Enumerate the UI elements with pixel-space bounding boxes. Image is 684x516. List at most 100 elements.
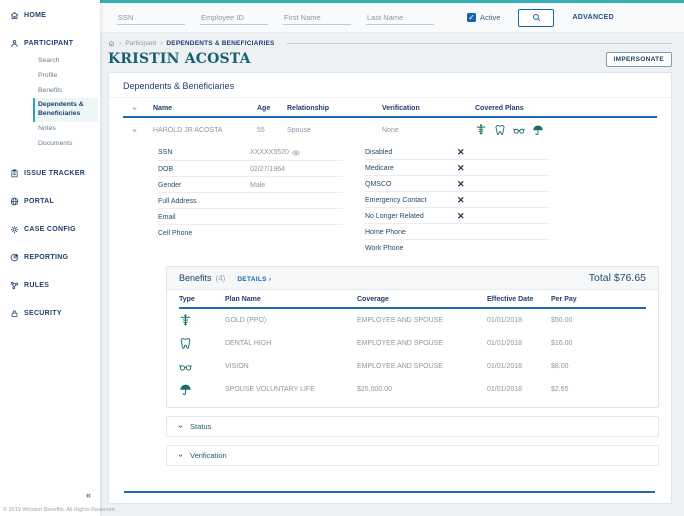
sidebar-item-security[interactable]: SECURITY [0,304,100,323]
no-longer-related-value: ✕ [457,210,465,221]
active-checkbox-label: Active [480,13,501,22]
coverage: EMPLOYEE AND SPOUSE [357,340,443,347]
sidebar-subitem-benefits[interactable]: Benefits [38,84,100,99]
dependent-name: HAROLD JR ACOSTA [153,126,223,134]
sidebar-item-label: REPORTING [24,253,69,261]
sidebar-item-case-config[interactable]: CASE CONFIG [0,220,100,239]
coverage: $25,000.00 [357,386,393,393]
dental-plan-icon [495,125,505,135]
plan-name: DENTAL HIGH [225,340,272,347]
detail-field-no-longer-related: No Longer Related ✕ [365,208,550,224]
verification-section-label: Verification [190,451,227,460]
sidebar-item-issue-tracker[interactable]: ISSUE TRACKER [0,164,100,183]
main-area: Active ADVANCED › Participant › DEPENDEN… [100,0,684,516]
chevron-down-icon[interactable] [131,105,138,112]
effective-date: 01/01/2018 [487,386,523,393]
col-header-effective-date: Effective Date [487,296,534,303]
sidebar-collapse-icon[interactable] [86,490,91,500]
col-header-coverage: Coverage [357,296,389,303]
page-title: KRISTIN ACOSTA [108,51,251,67]
benefit-row-medical: GOLD (PPO) EMPLOYEE AND SPOUSE 01/01/201… [179,309,646,332]
sidebar-item-label: HOME [24,12,47,19]
per-pay: $2.65 [551,386,569,393]
covered-plans-icons [475,124,657,136]
sidebar-item-label: ISSUE TRACKER [24,169,86,177]
breadcrumb-current: DEPENDENTS & BENEFICIARIES [166,40,275,47]
search-button[interactable] [518,8,555,27]
sidebar-item-label: PORTAL [24,197,55,205]
breadcrumb-participant[interactable]: Participant [125,40,156,47]
sidebar-item-participant[interactable]: PARTICIPANT [0,34,100,53]
effective-date: 01/01/2018 [487,363,523,370]
sidebar-subitem-notes[interactable]: Notes [38,122,100,137]
nodes-icon [10,281,19,290]
gender-value: Male [250,181,266,189]
details-left-column: SSN XXXXX5520 DOB 02/27/1964 Gender Male [158,144,343,256]
sidebar-item-label: SECURITY [24,309,62,317]
table-row[interactable]: HAROLD JR ACOSTA 55 Spouse None [123,118,657,140]
breadcrumb-separator: › [160,40,163,47]
sidebar-item-home[interactable]: HOME [0,6,100,25]
sidebar-item-portal[interactable]: PORTAL [0,192,100,211]
detail-field-full-address: Full Address [158,193,343,209]
dependent-relationship: Spouse [287,126,311,134]
per-pay: $50.00 [551,317,573,324]
status-section-toggle[interactable]: Status [166,416,659,437]
dependents-beneficiaries-card: Dependents & Beneficiaries Name Age Rela… [108,72,672,504]
breadcrumb-separator: › [119,40,122,47]
first-name-input[interactable] [283,10,351,25]
benefit-row-dental: DENTAL HIGH EMPLOYEE AND SPOUSE 01/01/20… [179,332,646,355]
active-checkbox[interactable] [467,13,476,22]
last-name-input[interactable] [366,10,434,25]
active-checkbox-group[interactable]: Active [467,13,500,22]
detail-field-ssn: SSN XXXXX5520 [158,144,343,161]
disabled-value: ✕ [457,146,465,157]
clipboard-icon [10,169,19,178]
employee-id-input[interactable] [200,10,268,25]
sidebar-subitem-dependents-beneficiaries[interactable]: Dependents & Beneficiaries [33,98,98,123]
benefits-details-link[interactable]: DETAILS › [237,276,271,283]
dob-value: 02/27/1964 [250,165,286,173]
ssn-value: XXXXX5520 [250,149,289,156]
detail-field-cell-phone: Cell Phone [158,230,193,237]
sidebar-item-rules[interactable]: RULES [0,276,100,295]
breadcrumb-rule [285,43,672,44]
impersonate-button[interactable]: IMPERSONATE [605,51,672,67]
detail-field-home-phone: Home Phone [365,224,550,240]
col-header-plan-name: Plan Name [225,296,261,303]
sidebar-subitem-documents[interactable]: Documents [38,137,100,152]
benefit-row-vision: VISION EMPLOYEE AND SPOUSE 01/01/2018 $8… [179,355,646,378]
breadcrumb-home-icon[interactable] [108,40,115,47]
sidebar-subitem-search[interactable]: Search [38,54,100,69]
life-plan-icon [179,383,225,396]
row-expand-chevron-icon[interactable] [131,127,138,134]
copyright-text: © 2019 Winston Benefits. All Rights Rese… [3,507,117,513]
coverage: EMPLOYEE AND SPOUSE [357,317,443,324]
benefits-title: Benefits [179,273,212,283]
col-header-per-pay: Per Pay [551,296,577,303]
detail-field-qmsco: QMSCO ✕ [365,176,550,192]
benefits-table-header: Type Plan Name Coverage Effective Date P… [179,290,646,309]
search-icon [532,10,541,25]
detail-field-email: Email [158,209,343,225]
sidebar-item-reporting[interactable]: REPORTING [0,248,100,267]
advanced-search-link[interactable]: ADVANCED [572,14,614,21]
sidebar-subitem-profile[interactable]: Profile [38,69,100,84]
col-header-type: Type [179,296,195,303]
reveal-ssn-eye-icon[interactable] [292,149,300,157]
plan-name: VISION [225,363,249,370]
verification-section-toggle[interactable]: Verification [166,445,659,466]
benefits-count: (4) [215,274,226,283]
plan-name: SPOUSE VOLUNTARY LIFE [225,386,315,393]
home-icon [10,11,19,20]
per-pay: $8.00 [551,363,569,370]
vision-plan-icon [513,128,525,134]
per-pay: $16.00 [551,340,573,347]
dependents-table: Name Age Relationship Verification Cover… [123,98,657,140]
ssn-input[interactable] [117,10,185,25]
gear-icon [10,225,19,234]
col-header-covered-plans: Covered Plans [475,105,524,112]
medical-plan-icon [179,314,225,327]
detail-field-work-phone: Work Phone [365,245,404,252]
col-header-verification: Verification [382,105,420,112]
